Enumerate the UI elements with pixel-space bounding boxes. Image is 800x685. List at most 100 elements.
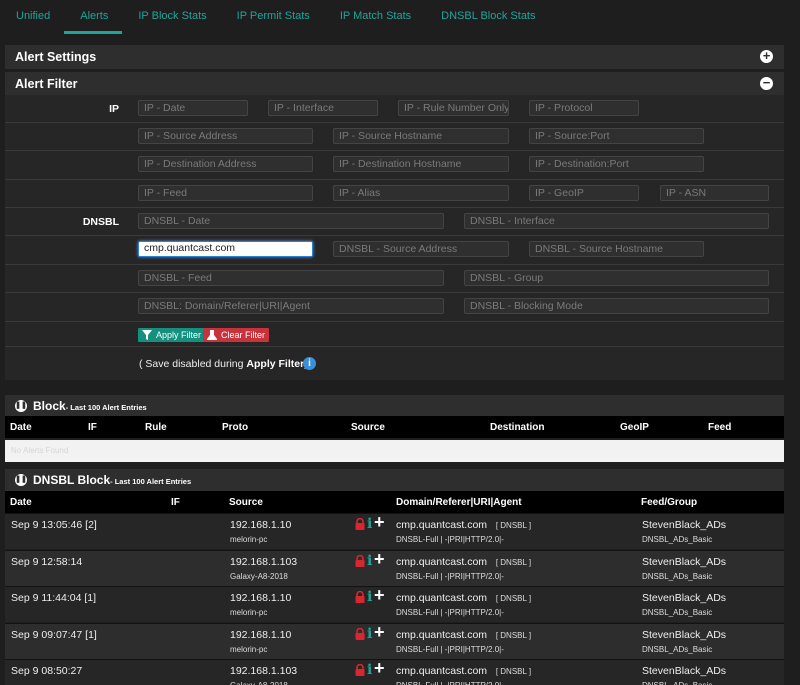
block-section-header[interactable]: ❚❚ Block- Last 100 Alert Entries <box>5 395 784 417</box>
ip-source-address-input[interactable]: IP - Source Address <box>138 128 313 144</box>
ip-protocol-input[interactable]: IP - Protocol <box>529 100 639 116</box>
row-date: Sep 9 12:58:14 <box>11 556 83 568</box>
expand-plus-icon[interactable]: + <box>760 49 773 63</box>
ip-destination-address-input[interactable]: IP - Destination Address <box>138 156 313 172</box>
info-icon[interactable]: i <box>367 589 372 605</box>
col-if[interactable]: IF <box>171 497 180 508</box>
filter-row-dnsbl-3: DNSBL - Feed DNSBL - Group <box>5 264 784 292</box>
row-domain: cmp.quantcast.com [ DNSBL ] <box>396 519 532 531</box>
row-group: DNSBL_ADs_Basic <box>642 608 713 617</box>
info-icon[interactable]: i <box>367 553 372 569</box>
lock-icon[interactable] <box>355 628 365 640</box>
info-icon[interactable]: i <box>367 626 372 642</box>
dnsbl-label: DNSBL <box>82 216 119 228</box>
alert-settings-header[interactable]: Alert Settings + <box>5 45 784 69</box>
info-icon[interactable]: i <box>367 516 372 532</box>
dnsbl-date-input[interactable]: DNSBL - Date <box>138 213 444 229</box>
table-row: Sep 9 09:07:47 [1] 192.168.1.10 melorin-pc… <box>5 622 784 659</box>
add-whitelist-icon[interactable]: + <box>374 549 385 570</box>
row-detail: DNSBL-Full | -|PRI|HTTP/2.0|- <box>396 645 504 654</box>
ip-feed-input[interactable]: IP - Feed <box>138 185 313 201</box>
dnsbl-block-subtitle: - Last 100 Alert Entries <box>110 477 192 486</box>
col-rule[interactable]: Rule <box>145 422 167 433</box>
info-icon[interactable]: i <box>367 662 372 678</box>
dnsbl-feed-input[interactable]: DNSBL - Feed <box>138 270 444 286</box>
dnsbl-interface-input[interactable]: DNSBL - Interface <box>464 213 769 229</box>
tab-unified[interactable]: Unified <box>0 0 64 34</box>
table-row: Sep 9 11:44:04 [1] 192.168.1.10 melorin-pc… <box>5 585 784 622</box>
row-group: DNSBL_ADs_Basic <box>642 645 713 654</box>
ip-destination-hostname-input[interactable]: IP - Destination Hostname <box>333 156 509 172</box>
dnsbl-domain-filter-input[interactable]: cmp.quantcast.com <box>138 241 313 257</box>
ip-source-port-input[interactable]: IP - Source:Port <box>529 128 704 144</box>
ip-rule-number-input[interactable]: IP - Rule Number Only <box>398 100 509 116</box>
tab-alerts[interactable]: Alerts <box>64 0 123 34</box>
col-date[interactable]: Date <box>10 422 32 433</box>
ip-asn-input[interactable]: IP - ASN <box>660 185 769 201</box>
ip-destination-port-input[interactable]: IP - Destination:Port <box>529 156 704 172</box>
row-feed: StevenBlack_ADs <box>642 665 727 677</box>
row-group: DNSBL_ADs_Basic <box>642 681 712 685</box>
row-feed: StevenBlack_ADs <box>642 556 727 568</box>
row-domain: cmp.quantcast.com [ DNSBL ] <box>396 592 532 604</box>
dnsbl-group-input[interactable]: DNSBL - Group <box>464 270 769 286</box>
col-source[interactable]: Source <box>229 497 263 508</box>
ip-geoip-input[interactable]: IP - GeoIP <box>529 185 639 201</box>
apply-filter-label: Apply Filter <box>156 330 202 340</box>
table-row: Sep 9 13:05:46 [2] 192.168.1.10 melorin-pc… <box>5 512 784 549</box>
pause-icon[interactable]: ❚❚ <box>15 399 27 412</box>
dnsbl-blocking-mode-input[interactable]: DNSBL - Blocking Mode <box>464 298 769 314</box>
col-destination[interactable]: Destination <box>490 422 544 433</box>
row-group: DNSBL_ADs_Basic <box>642 535 713 544</box>
col-feed-group[interactable]: Feed/Group <box>641 497 697 508</box>
info-icon[interactable]: i <box>303 357 316 370</box>
dnsbl-source-hostname-input[interactable]: DNSBL - Source Hostname <box>529 241 704 257</box>
filter-row-ip-3: IP - Destination Address IP - Destinatio… <box>5 150 784 178</box>
col-if[interactable]: IF <box>88 422 97 433</box>
table-row: Sep 9 12:58:14 192.168.1.103 Galaxy-A8-201… <box>5 549 784 586</box>
tab-ip-permit-stats[interactable]: IP Permit Stats <box>221 0 324 34</box>
row-source-ip: 192.168.1.103 <box>230 665 298 677</box>
filter-row-dnsbl-1: DNSBL DNSBL - Date DNSBL - Interface <box>5 207 784 235</box>
row-domain: cmp.quantcast.com [ DNSBL ] <box>396 629 532 641</box>
tab-ip-block-stats[interactable]: IP Block Stats <box>122 0 220 34</box>
dnsbl-agent-input[interactable]: DNSBL: Domain/Referer|URI|Agent <box>138 298 444 314</box>
row-feed: StevenBlack_ADs <box>642 629 727 641</box>
alert-filter-header[interactable]: Alert Filter − <box>5 72 784 96</box>
tab-dnsbl-block-stats[interactable]: DNSBL Block Stats <box>425 0 549 34</box>
ip-date-input[interactable]: IP - Date <box>138 100 248 116</box>
row-detail: DNSBL-Full | -|PRI|HTTP/2.0|- <box>396 681 504 685</box>
tab-ip-match-stats[interactable]: IP Match Stats <box>324 0 425 34</box>
col-geoip[interactable]: GeoIP <box>620 422 649 433</box>
row-detail: DNSBL-Full | -|PRI|HTTP/2.0|- <box>396 572 504 581</box>
ip-alias-input[interactable]: IP - Alias <box>333 185 509 201</box>
row-feed: StevenBlack_ADs <box>642 592 727 604</box>
dnsbl-table-header: Date IF Source Domain/Referer|URI|Agent … <box>5 491 784 513</box>
ip-interface-input[interactable]: IP - Interface <box>268 100 378 116</box>
add-whitelist-icon[interactable]: + <box>374 658 385 679</box>
add-whitelist-icon[interactable]: + <box>374 585 385 606</box>
clear-filter-button[interactable]: Clear Filter <box>203 328 270 342</box>
pause-icon[interactable]: ❚❚ <box>15 473 27 486</box>
row-source-ip: 192.168.1.10 <box>230 519 292 531</box>
filter-row-ip-1: IP IP - Date IP - Interface IP - Rule Nu… <box>5 95 784 123</box>
row-source-ip: 192.168.1.10 <box>230 592 292 604</box>
col-domain[interactable]: Domain/Referer|URI|Agent <box>396 497 522 508</box>
lock-icon[interactable] <box>355 664 365 676</box>
row-domain: cmp.quantcast.com [ DNSBL ] <box>396 665 532 677</box>
add-whitelist-icon[interactable]: + <box>374 512 385 533</box>
collapse-minus-icon[interactable]: − <box>760 76 773 90</box>
col-proto[interactable]: Proto <box>222 422 248 433</box>
lock-icon[interactable] <box>355 591 365 603</box>
dnsbl-section-header[interactable]: ❚❚ DNSBL Block- Last 100 Alert Entries <box>5 469 784 491</box>
ip-source-hostname-input[interactable]: IP - Source Hostname <box>333 128 509 144</box>
col-source[interactable]: Source <box>351 422 385 433</box>
add-whitelist-icon[interactable]: + <box>374 622 385 643</box>
dnsbl-source-address-input[interactable]: DNSBL - Source Address <box>333 241 509 257</box>
lock-icon[interactable] <box>355 555 365 567</box>
filter-row-ip-4: IP - Feed IP - Alias IP - GeoIP IP - ASN <box>5 179 784 207</box>
col-date[interactable]: Date <box>10 497 32 508</box>
apply-filter-button[interactable]: Apply Filter <box>138 328 206 342</box>
lock-icon[interactable] <box>355 518 365 530</box>
col-feed[interactable]: Feed <box>708 422 731 433</box>
